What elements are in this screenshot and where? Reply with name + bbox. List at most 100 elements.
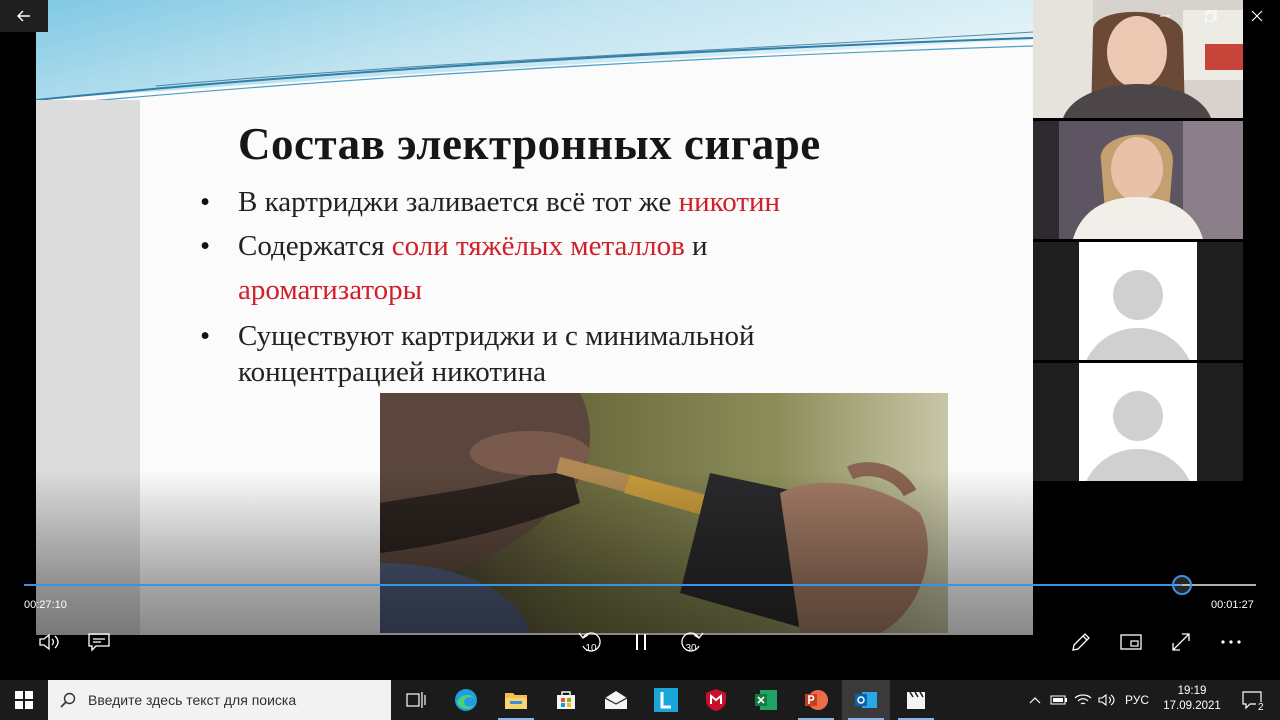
captions-icon: [88, 633, 110, 652]
taskbar-mcafee[interactable]: [692, 680, 740, 720]
powerpoint-icon: [805, 690, 828, 710]
l-app-icon: [654, 688, 678, 712]
window-controls: [1142, 0, 1280, 32]
store-icon: [557, 691, 575, 709]
arrow-left-icon: [17, 10, 30, 22]
volume-indicator[interactable]: [1096, 680, 1118, 720]
bullet-highlight: никотин: [678, 186, 781, 218]
taskbar-mail[interactable]: [592, 680, 640, 720]
close-icon: [1251, 10, 1263, 22]
screen: Состав электронных сигаре В картриджи за…: [0, 0, 1280, 720]
taskbar-powerpoint[interactable]: [792, 680, 840, 720]
clock-date: 17.09.2021: [1163, 700, 1221, 712]
picture-in-picture-icon: [1120, 634, 1142, 650]
taskbar-edge[interactable]: [442, 680, 490, 720]
minimize-button[interactable]: [1142, 0, 1188, 32]
avatar: [1079, 363, 1197, 481]
minimize-icon: [1160, 15, 1170, 17]
bullet-text: и: [684, 230, 708, 262]
edge-icon: [455, 689, 477, 711]
skip-back-icon: 10: [578, 632, 601, 654]
mini-view-button[interactable]: [1118, 628, 1144, 656]
back-button[interactable]: [0, 0, 48, 32]
avatar: [1079, 242, 1197, 360]
remaining-time: 00:01:27: [1211, 599, 1254, 611]
mail-icon: [604, 691, 628, 709]
taskbar-video-editor[interactable]: [892, 680, 940, 720]
outlook-icon: [855, 692, 877, 708]
expand-icon: [1172, 633, 1190, 651]
bullet-highlight: соли тяжёлых металлов: [391, 230, 685, 262]
captions-button[interactable]: [86, 628, 112, 656]
seek-bar[interactable]: [24, 575, 1256, 595]
seek-bar-thumb[interactable]: [1172, 575, 1193, 595]
close-button[interactable]: [1234, 0, 1280, 32]
bullet-item: Существуют картриджи и с минимальной кон…: [198, 318, 1028, 390]
bullet-highlight: ароматизаторы: [238, 274, 423, 306]
windows-logo-icon: [15, 691, 33, 709]
notification-count: 2: [1256, 702, 1266, 713]
bullet-text: Содержатся: [238, 230, 392, 262]
clock-time: 19:19: [1177, 685, 1207, 697]
pencil-icon: [1072, 633, 1090, 651]
more-options-button[interactable]: [1218, 628, 1244, 656]
bullet-text: Существуют картриджи и с минимальной: [238, 320, 755, 352]
clapperboard-icon: [907, 691, 925, 709]
pause-icon: [636, 634, 646, 650]
mcafee-shield-icon: [706, 689, 726, 711]
elapsed-time: 00:27:10: [24, 599, 67, 611]
wifi-icon: [1074, 694, 1092, 705]
participant-placeholder-2: [1033, 363, 1243, 481]
clock[interactable]: 19:19 17.09.2021: [1152, 680, 1232, 720]
more-icon: [1221, 640, 1241, 644]
speaker-icon: [39, 633, 59, 651]
task-view-button[interactable]: [392, 680, 440, 720]
pause-button[interactable]: [630, 628, 652, 656]
avatar-body-icon: [1081, 328, 1195, 360]
battery-icon: [1050, 695, 1067, 705]
task-view-icon: [406, 692, 426, 708]
search-icon: [60, 692, 76, 708]
taskbar-store[interactable]: [542, 680, 590, 720]
participant-video-2: [1033, 121, 1243, 239]
battery-indicator[interactable]: [1048, 680, 1070, 720]
taskbar-search[interactable]: [48, 680, 391, 720]
volume-button[interactable]: [36, 628, 64, 656]
bullet-text: В картриджи заливается всё тот же: [238, 186, 679, 218]
skip-forward-button[interactable]: 30: [676, 628, 706, 656]
slide-title: Состав электронных сигаре: [238, 119, 821, 169]
fullscreen-button[interactable]: [1168, 628, 1194, 656]
notifications-button[interactable]: 2: [1234, 680, 1272, 720]
bullet-item: В картриджи заливается всё тот же никоти…: [198, 180, 1028, 224]
taskbar-excel[interactable]: [742, 680, 790, 720]
bullet-text: концентрацией никотина: [238, 356, 546, 388]
language-indicator[interactable]: РУС: [1120, 680, 1154, 720]
volume-icon: [1098, 693, 1115, 707]
seek-bar-progress: [24, 584, 1183, 586]
taskbar-l-app[interactable]: [642, 680, 690, 720]
skip-back-button[interactable]: 10: [576, 628, 606, 656]
draw-button[interactable]: [1068, 628, 1094, 656]
avatar-head-icon: [1113, 270, 1163, 320]
skip-back-label: 10: [585, 643, 597, 654]
bullet-item: Содержатся соли тяжёлых металлов и арома…: [198, 224, 1028, 312]
participant-placeholder-1: [1033, 242, 1243, 360]
taskbar-outlook[interactable]: [842, 680, 890, 720]
restore-icon: [1205, 10, 1217, 22]
excel-icon: [755, 690, 777, 710]
avatar-head-icon: [1113, 391, 1163, 441]
skip-forward-icon: 30: [681, 632, 704, 654]
skip-forward-label: 30: [685, 643, 697, 654]
restore-button[interactable]: [1188, 0, 1234, 32]
slide-banner: [36, 0, 1033, 107]
start-button[interactable]: [0, 680, 48, 720]
network-indicator[interactable]: [1072, 680, 1094, 720]
chevron-up-icon: [1029, 697, 1041, 704]
avatar-body-icon: [1081, 449, 1195, 481]
tray-overflow-button[interactable]: [1024, 680, 1046, 720]
taskbar: РУС 19:19 17.09.2021 2: [0, 680, 1280, 720]
search-input[interactable]: [88, 692, 368, 708]
taskbar-file-explorer[interactable]: [492, 680, 540, 720]
slide-bullets: В картриджи заливается всё тот же никоти…: [198, 180, 1028, 390]
folder-icon: [505, 693, 527, 709]
